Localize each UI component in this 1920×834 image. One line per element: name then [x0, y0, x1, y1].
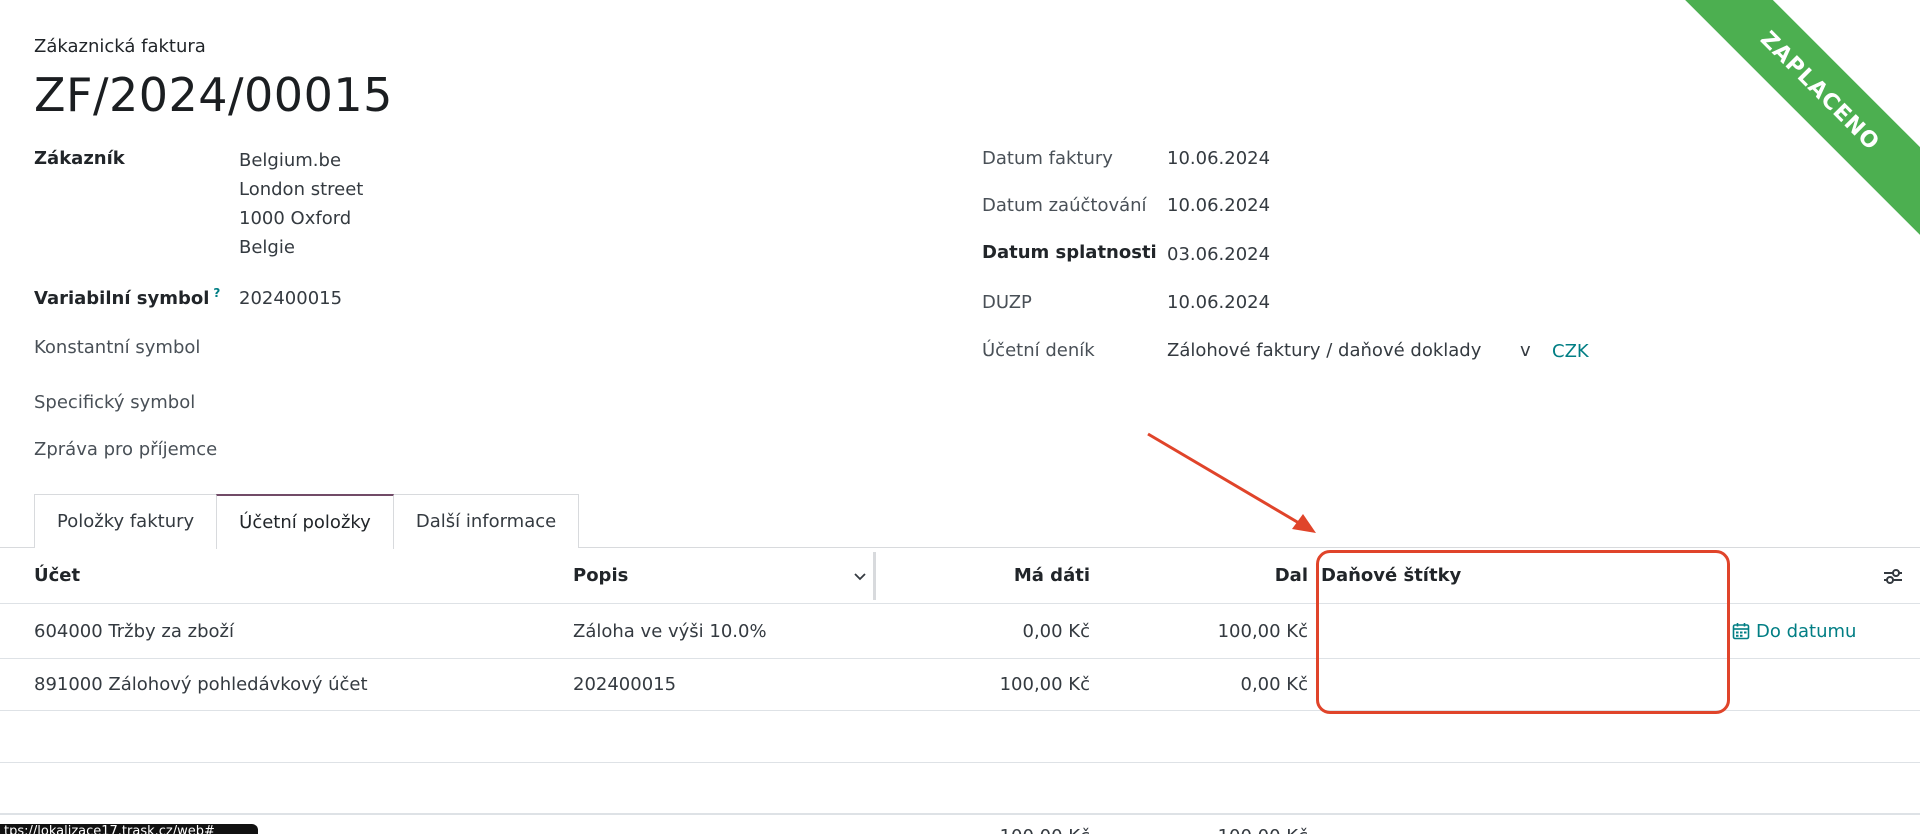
row-account[interactable]: 604000 Tržby za zboží: [34, 604, 554, 658]
status-ribbon: ZAPLACENO: [1660, 0, 1920, 260]
row-credit[interactable]: 0,00 Kč: [1100, 659, 1309, 710]
customer-label: Zákazník: [34, 148, 125, 169]
customer-address[interactable]: Belgium.be London street 1000 Oxford Bel…: [239, 146, 363, 262]
variable-symbol-label: Variabilní symbol?: [34, 286, 220, 309]
message-label: Zpráva pro příjemce: [34, 439, 218, 460]
specific-symbol-label: Specifický symbol: [34, 392, 196, 413]
status-ribbon-wrap: ZAPLACENO: [1660, 0, 1920, 260]
invoice-form: ZAPLACENO Zákaznická faktura ZF/2024/000…: [0, 0, 1920, 834]
header-account[interactable]: Účet: [34, 548, 534, 603]
row-debit[interactable]: 100,00 Kč: [900, 659, 1090, 710]
help-icon[interactable]: ?: [213, 286, 220, 300]
row-label[interactable]: 202400015: [573, 659, 873, 710]
tab-invoice-lines[interactable]: Položky faktury: [34, 494, 218, 548]
row-debit[interactable]: 0,00 Kč: [900, 604, 1091, 658]
total-credit: 100,00 Kč: [1100, 826, 1308, 834]
header-label[interactable]: Popis: [573, 548, 873, 603]
total-debit: 100,00 Kč: [900, 826, 1090, 834]
journal-value[interactable]: Zálohové faktury / daňové doklady: [1167, 340, 1481, 361]
customer-street: London street: [239, 179, 364, 200]
due-date-label: Datum splatnosti: [982, 242, 1157, 263]
empty-row: [0, 763, 1920, 815]
journal-in-text: v: [1520, 340, 1531, 361]
duzp-label: DUZP: [982, 292, 1032, 313]
row-account[interactable]: 891000 Zálohový pohledávkový účet: [34, 659, 554, 710]
status-bar-url: tps://lokalizace17.trask.cz/web#: [0, 824, 258, 834]
header-debit[interactable]: Má dáti: [900, 548, 1090, 603]
row-credit[interactable]: 100,00 Kč: [1100, 604, 1308, 658]
constant-symbol-label: Konstantní symbol: [34, 337, 201, 358]
annotation-arrow: [1147, 432, 1316, 533]
customer-name[interactable]: Belgium.be: [239, 146, 363, 175]
duzp-value[interactable]: 10.06.2024: [1167, 292, 1270, 313]
chevron-down-icon[interactable]: [852, 548, 874, 603]
document-type: Zákaznická faktura: [34, 36, 206, 57]
calendar-icon: [1732, 623, 1750, 640]
column-resize-handle[interactable]: [873, 552, 876, 600]
header-credit[interactable]: Dal: [1100, 548, 1308, 603]
variable-symbol-text: Variabilní symbol: [34, 288, 210, 309]
currency-link[interactable]: CZK: [1552, 341, 1589, 362]
variable-symbol-value[interactable]: 202400015: [239, 288, 342, 309]
row-label[interactable]: Záloha ve výši 10.0%: [573, 604, 873, 658]
empty-row: [0, 711, 1920, 763]
invoice-date-label: Datum faktury: [982, 148, 1113, 169]
annotation-highlight-box: [1316, 550, 1730, 714]
document-number: ZF/2024/00015: [34, 68, 393, 122]
accounting-date-label: Datum zaúčtování: [982, 195, 1147, 216]
notebook-tabs: Položky faktury Účetní položky Další inf…: [34, 494, 580, 549]
journal-label: Účetní deník: [982, 340, 1095, 361]
invoice-date-value[interactable]: 10.06.2024: [1167, 148, 1270, 169]
do-datumu-label: Do datumu: [1756, 620, 1857, 642]
tab-journal-items[interactable]: Účetní položky: [216, 494, 394, 549]
customer-country: Belgie: [239, 237, 295, 258]
customer-city: 1000 Oxford: [239, 208, 352, 229]
do-datumu-button[interactable]: Do datumu: [1732, 604, 1892, 658]
due-date-value[interactable]: 03.06.2024: [1167, 244, 1270, 265]
tab-other-info[interactable]: Další informace: [392, 494, 580, 548]
optional-columns-icon[interactable]: [1882, 548, 1906, 603]
accounting-date-value[interactable]: 10.06.2024: [1167, 195, 1270, 216]
